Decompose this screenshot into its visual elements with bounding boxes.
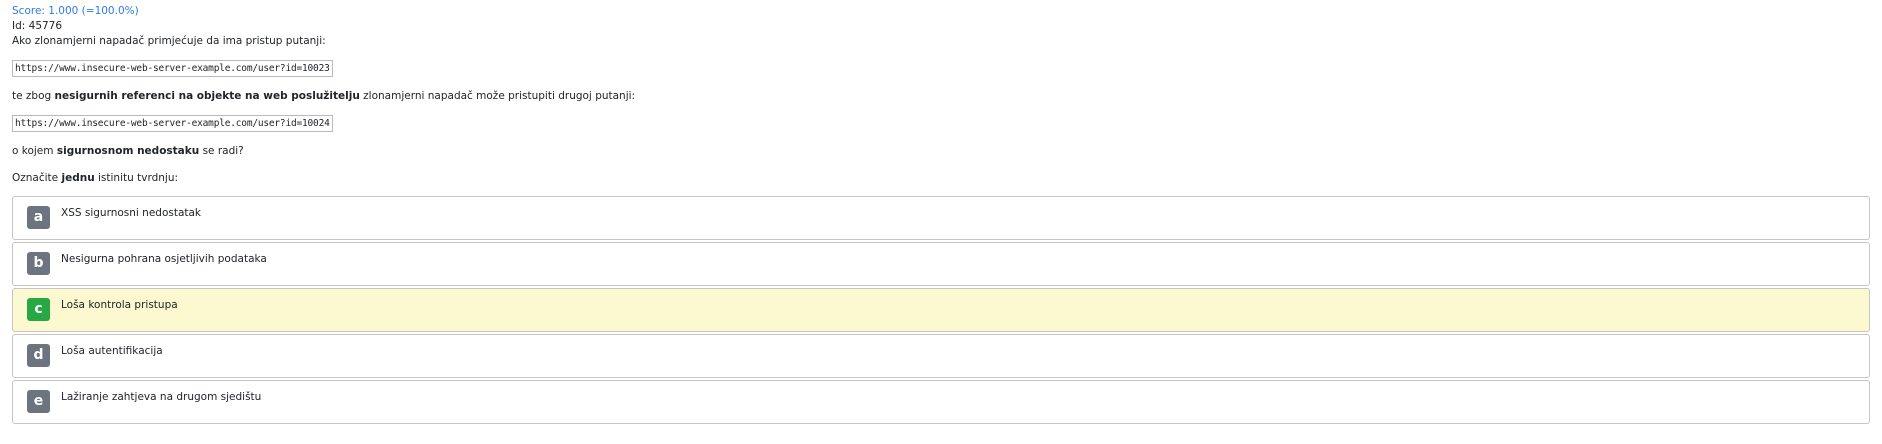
url-code-1: https://www.insecure-web-server-example.… [12, 60, 333, 77]
question-container: Score: 1.000 (=100.0%) Id: 45776 Ako zlo… [12, 4, 1870, 426]
answer-letter-badge: b [27, 252, 50, 275]
emphasis-text: nesigurnih referenci na objekte na web p… [54, 90, 360, 102]
answer-list: a XSS sigurnosni nedostatak b Nesigurna … [12, 196, 1870, 424]
answer-option-e[interactable]: e Lažiranje zahtjeva na drugom sjedištu [12, 380, 1870, 424]
question-intro: Ako zlonamjerni napadač primjećuje da im… [12, 35, 326, 47]
answer-letter-badge: c [27, 298, 50, 321]
answer-letter-badge: a [27, 206, 50, 229]
answer-text: Nesigurna pohrana osjetljivih podataka [61, 253, 267, 265]
answer-text: Loša autentifikacija [61, 345, 163, 357]
instruction-text: Označite jednu istinitu tvrdnju: [12, 172, 179, 184]
score-text: Score: 1.000 (=100.0%) [12, 5, 139, 17]
answer-option-d[interactable]: d Loša autentifikacija [12, 334, 1870, 378]
emphasis-text: jednu [61, 172, 95, 184]
emphasis-text: sigurnosnom nedostaku [56, 145, 200, 157]
answer-option-a[interactable]: a XSS sigurnosni nedostatak [12, 196, 1870, 240]
question-middle: te zbog nesigurnih referenci na objekte … [12, 90, 636, 102]
url-code-2: https://www.insecure-web-server-example.… [12, 115, 333, 132]
answer-text: Lažiranje zahtjeva na drugom sjedištu [61, 391, 262, 403]
answer-option-c[interactable]: c Loša kontrola pristupa [12, 288, 1870, 332]
answer-letter-badge: e [27, 390, 50, 413]
answer-text: XSS sigurnosni nedostatak [61, 207, 202, 219]
question-id: Id: 45776 [12, 20, 63, 32]
question-final: o kojem sigurnosnom nedostaku se radi? [12, 145, 244, 157]
answer-option-b[interactable]: b Nesigurna pohrana osjetljivih podataka [12, 242, 1870, 286]
answer-letter-badge: d [27, 344, 50, 367]
answer-text: Loša kontrola pristupa [61, 299, 178, 311]
